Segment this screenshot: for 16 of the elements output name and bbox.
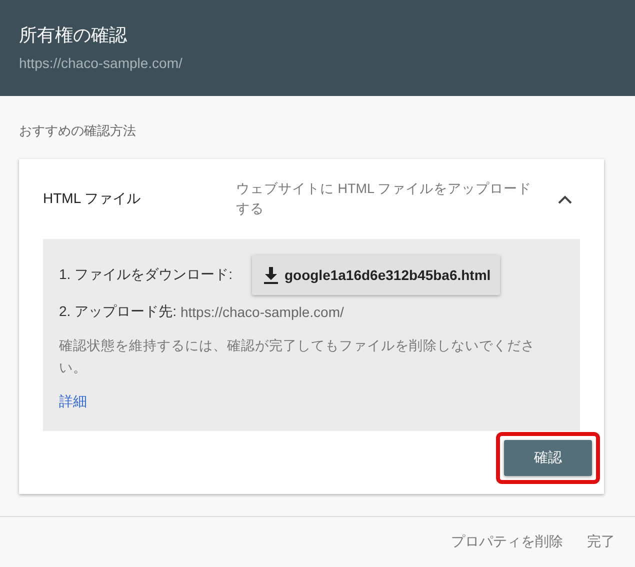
upload-url: https://chaco-sample.com/ xyxy=(180,304,344,320)
download-icon xyxy=(264,266,278,284)
section-label: おすすめの確認方法 xyxy=(19,123,136,141)
footer-button[interactable]: 完了 xyxy=(579,527,623,557)
expand-toggle[interactable] xyxy=(558,194,572,204)
method-description: ウェブサイトに HTML ファイルをアップロードする xyxy=(236,180,533,218)
step-label: 1. ファイルをダウンロード: xyxy=(59,266,232,284)
footer-button[interactable]: プロパティを削除 xyxy=(443,527,571,557)
step-label: 2. アップロード先: xyxy=(59,303,176,321)
dialog-title: 所有権の確認 xyxy=(19,24,128,47)
note-text: 確認状態を維持するには、確認が完了してもファイルを削除しないでください。 xyxy=(59,337,536,377)
site-url: https://chaco-sample.com/ xyxy=(19,54,184,73)
confirm-button[interactable]: 確認 xyxy=(504,440,592,476)
details-link[interactable]: 詳細 xyxy=(59,393,87,411)
download-button[interactable]: google1a16d6e312b45ba6.html xyxy=(252,255,500,295)
method-name: HTML ファイル xyxy=(43,190,142,208)
